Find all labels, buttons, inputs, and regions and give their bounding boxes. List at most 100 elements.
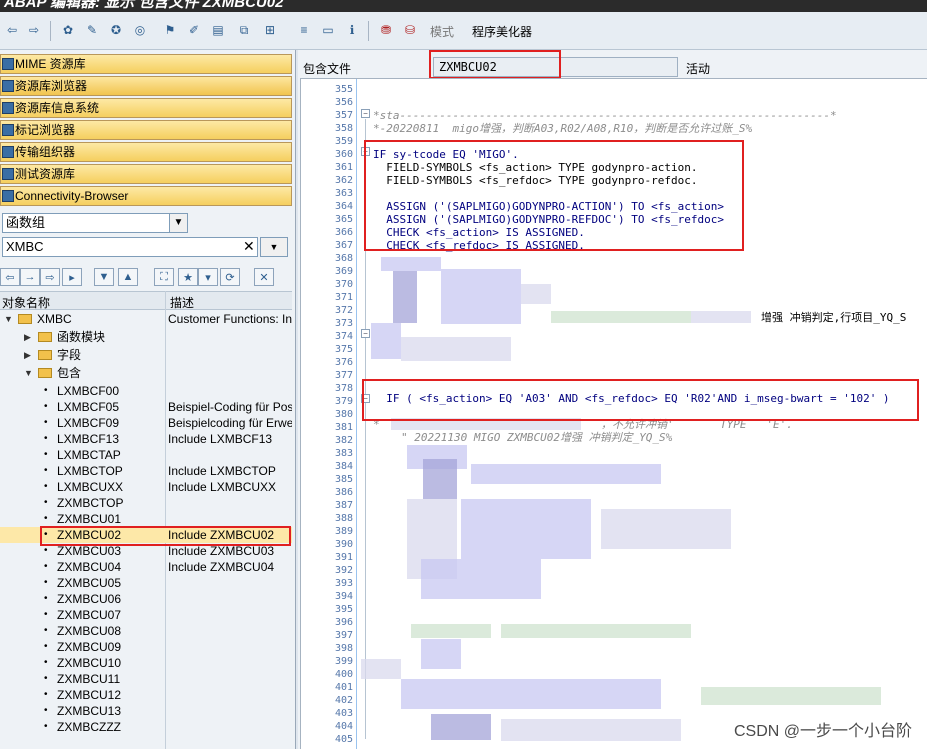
- mode-button[interactable]: 模式: [430, 23, 454, 40]
- tree-node-xmbc[interactable]: ▼ XMBC Customer Functions: In: [0, 311, 292, 327]
- source-enhance-icon[interactable]: ⛁: [402, 22, 418, 38]
- object-name-input[interactable]: XMBC: [2, 237, 258, 257]
- tree-header: 对象名称 描述: [0, 291, 292, 310]
- breakpoint-icon[interactable]: ⊞: [262, 22, 278, 38]
- layout-icon[interactable]: ▭: [320, 22, 336, 38]
- line-number: 375: [334, 344, 353, 355]
- tree-leaf[interactable]: • ZXMBCU08: [0, 623, 292, 639]
- refresh-icon[interactable]: ⟳: [220, 268, 240, 286]
- object-list-icon[interactable]: ▤: [210, 22, 226, 38]
- nav-test-repository[interactable]: 测试资源库: [0, 164, 292, 184]
- hierarchy-up-icon[interactable]: ⛶: [154, 268, 174, 286]
- clear-icon[interactable]: ✕: [243, 238, 255, 255]
- expand-icon[interactable]: ▲: [118, 268, 138, 286]
- favorites-menu-icon[interactable]: ▾: [198, 268, 218, 286]
- tree-leaf[interactable]: • LXMBCF09 Beispielcoding für Erwe: [0, 415, 292, 431]
- forward-icon[interactable]: ⇨: [40, 268, 60, 286]
- line-number: 367: [334, 240, 353, 251]
- connectivity-icon: [2, 190, 14, 202]
- line-number: 382: [334, 435, 353, 446]
- tree-leaf[interactable]: • LXMBCF00: [0, 383, 292, 399]
- tree-leaf[interactable]: • ZXMBCU05: [0, 575, 292, 591]
- tree-leaf[interactable]: • ZXMBCU09: [0, 639, 292, 655]
- line-number: 359: [334, 136, 353, 147]
- tree-leaf[interactable]: • ZXMBCU07: [0, 607, 292, 623]
- folder-icon: [38, 368, 52, 378]
- pattern-icon[interactable]: ≡: [296, 22, 312, 38]
- nav-mime-repository[interactable]: MIME 资源库: [0, 54, 292, 74]
- col-object-name[interactable]: 对象名称: [2, 294, 50, 311]
- line-number: 369: [334, 266, 353, 277]
- nav-repository-info-system[interactable]: 资源库信息系统: [0, 98, 292, 118]
- chevron-down-icon[interactable]: ▼: [169, 214, 187, 232]
- enhance-icon[interactable]: ⛃: [378, 22, 394, 38]
- tree-leaf[interactable]: • LXMBCUXX Include LXMBCUXX: [0, 479, 292, 495]
- nav-transport-organizer[interactable]: 传输组织器: [0, 142, 292, 162]
- tree-leaf[interactable]: • ZXMBCTOP: [0, 495, 292, 511]
- line-number: 401: [334, 682, 353, 693]
- line-number: 402: [334, 695, 353, 706]
- highlight-selected-include: [40, 526, 291, 546]
- back-arrow-icon[interactable]: ⇦: [4, 22, 20, 38]
- tree-leaf[interactable]: • ZXMBCU06: [0, 591, 292, 607]
- line-number: 358: [334, 123, 353, 134]
- line-number: 372: [334, 305, 353, 316]
- hierarchy-icon[interactable]: ⧉: [236, 22, 252, 38]
- line-number: 394: [334, 591, 353, 602]
- info-icon[interactable]: ℹ: [344, 22, 360, 38]
- line-number: 395: [334, 604, 353, 615]
- tree-leaf[interactable]: • LXMBCTOP Include LXMBCTOP: [0, 463, 292, 479]
- status-text: 活动: [686, 62, 711, 76]
- collapse-triangle-icon[interactable]: ▼: [24, 365, 33, 381]
- fold-toggle-icon[interactable]: −: [361, 329, 370, 338]
- nav-tag-browser[interactable]: 标记浏览器: [0, 120, 292, 140]
- activate-icon[interactable]: ✪: [108, 22, 124, 38]
- tree-leaf[interactable]: • ZXMBCU12: [0, 687, 292, 703]
- line-number: 356: [334, 97, 353, 108]
- next-object-icon[interactable]: →: [20, 268, 40, 286]
- include-label: 包含文件: [303, 62, 352, 76]
- tree-leaf[interactable]: • LXMBCTAP: [0, 447, 292, 463]
- info-system-icon: [2, 102, 14, 114]
- line-number: 362: [334, 175, 353, 186]
- watermark: CSDN @一步一个小台阶: [733, 723, 912, 740]
- tree-leaf[interactable]: • ZXMBCU11: [0, 671, 292, 687]
- tree-node-includes[interactable]: ▼ 包含: [0, 365, 292, 381]
- code-line-357: *sta------------------------------------…: [373, 109, 837, 122]
- tree-leaf[interactable]: • ZXMBCU13: [0, 703, 292, 719]
- more-icon[interactable]: ▸: [62, 268, 82, 286]
- tree-leaf[interactable]: • ZXMBCU10: [0, 655, 292, 671]
- fold-toggle-icon[interactable]: −: [361, 109, 370, 118]
- display-button[interactable]: ▼: [260, 237, 288, 257]
- collapse-triangle-icon[interactable]: ▼: [4, 311, 13, 327]
- collapse-icon[interactable]: ▼: [94, 268, 114, 286]
- other-object-icon[interactable]: ✿: [60, 22, 76, 38]
- tree-leaf[interactable]: • ZXMBCU01: [0, 511, 292, 527]
- object-type-select[interactable]: 函数组 ▼: [2, 213, 188, 233]
- display-change-icon[interactable]: ✎: [84, 22, 100, 38]
- expand-triangle-icon[interactable]: ▶: [24, 329, 31, 345]
- pretty-printer-button[interactable]: 程序美化器: [472, 23, 532, 40]
- folder-icon: [38, 350, 52, 360]
- tree-leaf[interactable]: • LXMBCF13 Include LXMBCF13: [0, 431, 292, 447]
- col-description[interactable]: 描述: [170, 294, 194, 311]
- tree-leaf[interactable]: • ZXMBCZZZ: [0, 719, 292, 735]
- nav-repository-browser[interactable]: 资源库浏览器: [0, 76, 292, 96]
- tree-node-fields[interactable]: ▶ 字段: [0, 347, 292, 363]
- prev-object-icon[interactable]: ⇦: [0, 268, 20, 286]
- line-number: 376: [334, 357, 353, 368]
- line-number: 378: [334, 383, 353, 394]
- check-icon[interactable]: ◎: [132, 22, 148, 38]
- close-tree-icon[interactable]: ✕: [254, 268, 274, 286]
- forward-arrow-icon[interactable]: ⇨: [26, 22, 42, 38]
- test-icon[interactable]: ✐: [186, 22, 202, 38]
- tree-leaf[interactable]: • ZXMBCU04 Include ZXMBCU04: [0, 559, 292, 575]
- favorites-icon[interactable]: ★: [178, 268, 198, 286]
- nav-connectivity-browser[interactable]: Connectivity-Browser: [0, 186, 292, 206]
- tree-node-function-modules[interactable]: ▶ 函数模块: [0, 329, 292, 345]
- where-used-icon[interactable]: ⚑: [162, 22, 178, 38]
- expand-triangle-icon[interactable]: ▶: [24, 347, 31, 363]
- highlight-code-block-2: [362, 379, 919, 421]
- tree-leaf[interactable]: • LXMBCF05 Beispiel-Coding für Posi: [0, 399, 292, 415]
- line-number: 364: [334, 201, 353, 212]
